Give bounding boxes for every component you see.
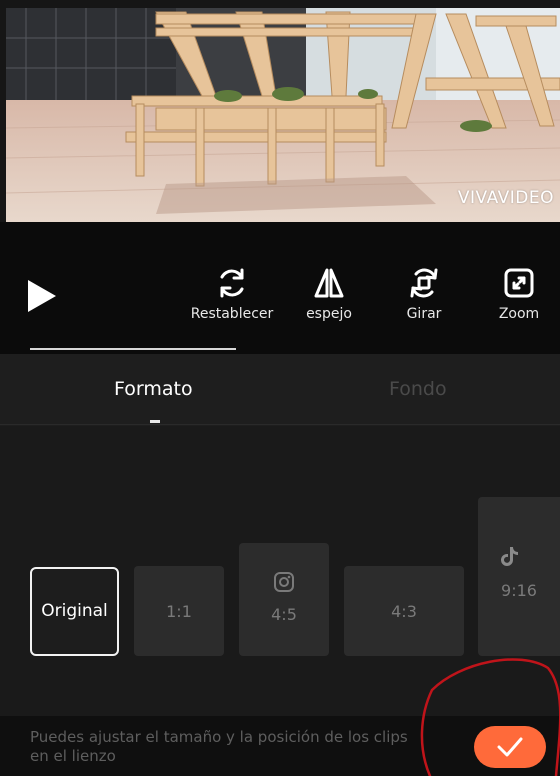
watermark-logo: VIVAVIDEO: [457, 188, 554, 208]
play-icon: [28, 280, 56, 312]
format-tabs: Formato Fondo: [0, 354, 560, 426]
tab-fondo[interactable]: Fondo: [389, 378, 447, 400]
tool-label-espejo: espejo: [306, 306, 352, 322]
ratio-label: Original: [41, 601, 108, 621]
confirm-button[interactable]: [474, 726, 546, 768]
tab-active-indicator: [150, 420, 160, 423]
tiktok-icon: [501, 547, 518, 566]
tool-restablecer[interactable]: Restablecer: [182, 266, 282, 322]
ratio-option-1-1[interactable]: 1:1: [134, 566, 224, 656]
tool-label-restablecer: Restablecer: [190, 306, 274, 322]
tool-girar[interactable]: Girar: [374, 266, 474, 322]
ratio-option-4-5[interactable]: 4:5: [239, 543, 329, 656]
checkmark-icon: [497, 737, 523, 757]
zoom-icon: [504, 268, 534, 298]
ratio-option-original[interactable]: Original: [30, 567, 119, 656]
mirror-icon: [314, 268, 344, 298]
hint-text: Puedes ajustar el tamaño y la posición d…: [30, 728, 408, 765]
divider: [0, 424, 560, 425]
edit-toolbar: Restablecer espejo Girar Zoom: [0, 222, 560, 354]
ratio-label: 1:1: [166, 602, 192, 621]
rotate-icon: [410, 268, 438, 298]
tool-espejo[interactable]: espejo: [279, 266, 379, 322]
ratio-option-9-16[interactable]: 9:16: [478, 497, 560, 656]
play-button[interactable]: [24, 278, 60, 314]
tab-formato[interactable]: Formato: [114, 378, 193, 400]
ratio-label: 9:16: [501, 581, 537, 600]
video-preview: VIVAVIDEO: [6, 8, 560, 222]
ratio-option-4-3[interactable]: 4:3: [344, 566, 464, 656]
tool-zoom[interactable]: Zoom: [469, 266, 560, 322]
ratio-label: 4:5: [271, 605, 297, 624]
tool-label-zoom: Zoom: [498, 306, 540, 322]
tool-label-girar: Girar: [406, 306, 442, 322]
instagram-icon: [274, 572, 294, 592]
reset-icon: [220, 268, 244, 298]
aspect-ratio-list: Original 1:1 4:5 4:3 9:16: [0, 426, 560, 716]
timeline-progress-bar[interactable]: [30, 348, 236, 350]
ratio-label: 4:3: [391, 602, 417, 621]
